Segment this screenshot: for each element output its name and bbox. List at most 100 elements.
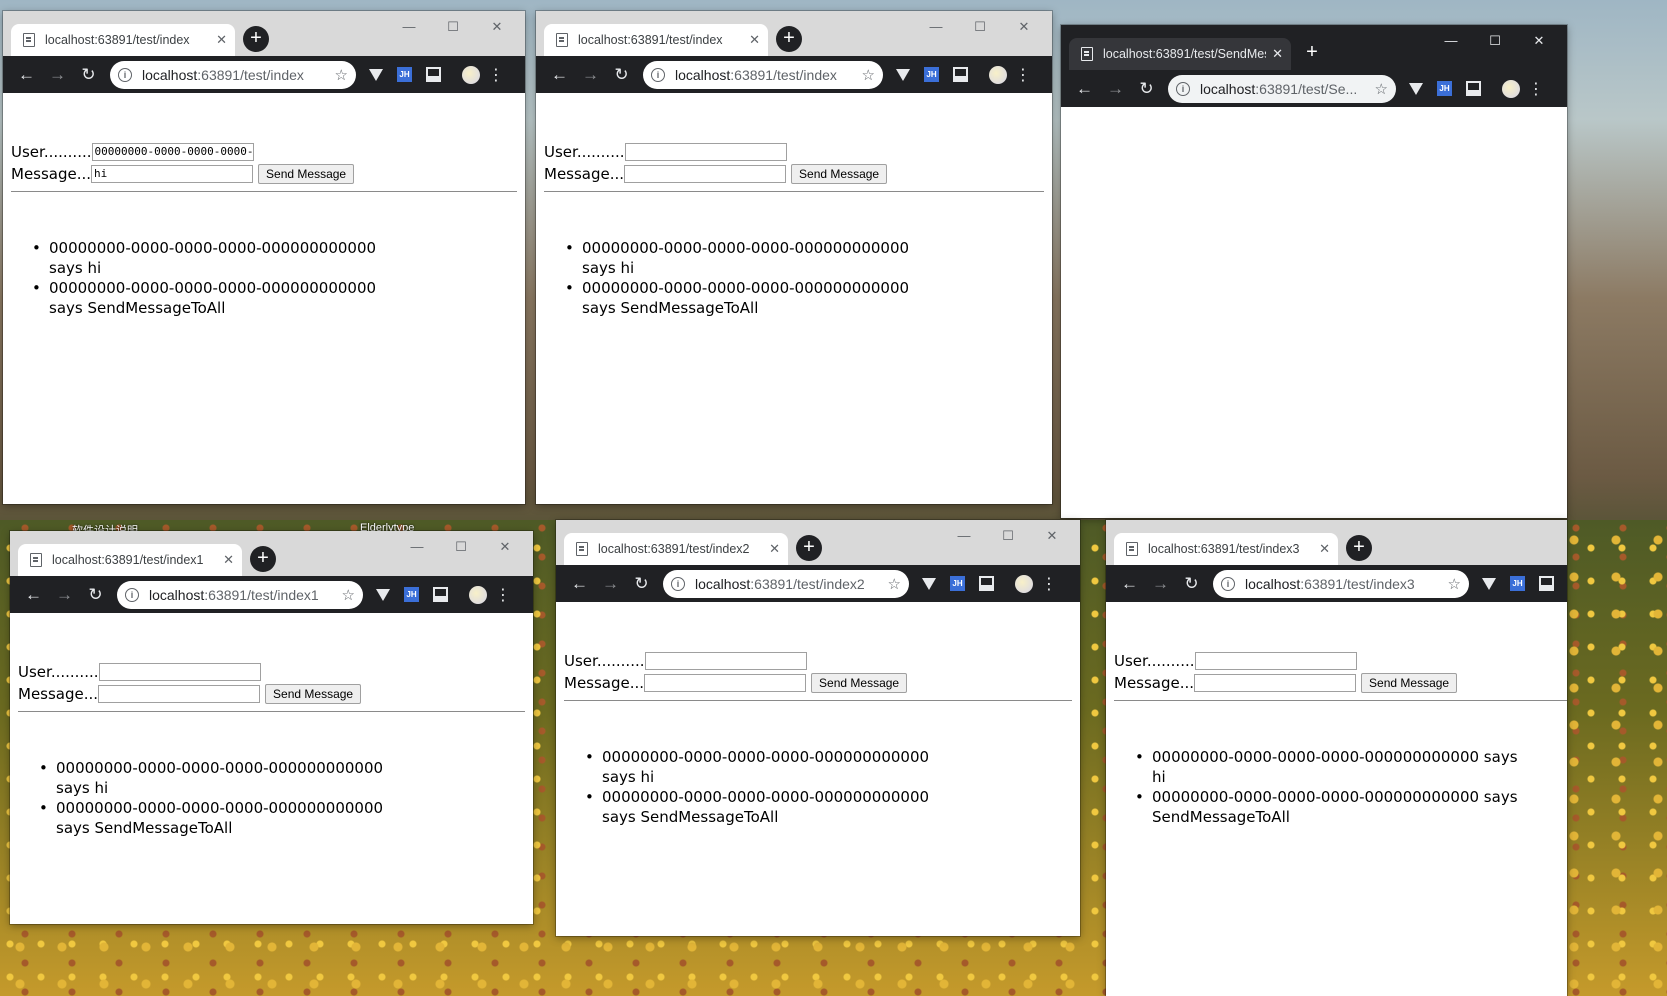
title-bar[interactable]: localhost:63891/test/index2 ✕ + — ☐ ✕	[556, 520, 1080, 565]
title-bar[interactable]: localhost:63891/test/index3 ✕ +	[1106, 520, 1567, 565]
bookmark-extension-icon[interactable]	[979, 576, 994, 591]
bookmark-extension-icon[interactable]	[433, 587, 448, 602]
tab-close-icon[interactable]: ✕	[223, 552, 234, 568]
send-message-button[interactable]: Send Message	[811, 673, 908, 693]
message-input[interactable]	[644, 674, 807, 692]
forward-icon[interactable]: →	[595, 574, 626, 594]
new-tab-button[interactable]: +	[1346, 535, 1372, 561]
info-icon[interactable]: i	[671, 576, 685, 591]
profile-avatar[interactable]	[462, 65, 480, 84]
address-bar[interactable]: i localhost:63891/test/index3 ☆	[1213, 569, 1469, 598]
message-input[interactable]	[98, 685, 261, 703]
bookmark-extension-icon[interactable]	[953, 67, 968, 82]
reload-icon[interactable]: ↻	[606, 65, 637, 85]
tab-close-icon[interactable]: ✕	[749, 32, 760, 48]
vue-devtools-icon[interactable]	[376, 588, 390, 601]
bookmark-star-icon[interactable]: ☆	[1448, 575, 1461, 593]
info-icon[interactable]: i	[1221, 576, 1235, 591]
vue-devtools-icon[interactable]	[896, 68, 910, 81]
close-window-icon[interactable]: ✕	[483, 539, 527, 555]
info-icon[interactable]: i	[1176, 81, 1190, 96]
profile-avatar[interactable]	[469, 585, 487, 604]
minimize-icon[interactable]: —	[1429, 33, 1473, 49]
maximize-icon[interactable]: ☐	[439, 539, 483, 555]
reload-icon[interactable]: ↻	[1131, 79, 1162, 99]
forward-icon[interactable]: →	[1145, 574, 1176, 594]
bookmark-star-icon[interactable]: ☆	[862, 66, 875, 84]
new-tab-button[interactable]: +	[1299, 40, 1325, 66]
reload-icon[interactable]: ↻	[626, 574, 657, 594]
user-input[interactable]: 00000000-0000-0000-0000-0	[91, 143, 254, 161]
vue-devtools-icon[interactable]	[1482, 577, 1496, 590]
address-bar[interactable]: i localhost:63891/test/index ☆	[643, 60, 883, 89]
profile-avatar[interactable]	[1502, 79, 1520, 98]
info-icon[interactable]: i	[651, 67, 665, 82]
bookmark-extension-icon[interactable]	[1539, 576, 1554, 591]
minimize-icon[interactable]: —	[914, 19, 958, 35]
title-bar[interactable]: localhost:63891/test/SendMes ✕ + — ☐ ✕	[1061, 25, 1567, 70]
maximize-icon[interactable]: ☐	[986, 528, 1030, 544]
close-window-icon[interactable]: ✕	[1030, 528, 1074, 544]
tab-close-icon[interactable]: ✕	[1319, 541, 1330, 557]
bookmark-star-icon[interactable]: ☆	[335, 66, 348, 84]
forward-icon[interactable]: →	[42, 65, 73, 85]
browser-tab[interactable]: localhost:63891/test/SendMes ✕	[1069, 38, 1291, 70]
reload-icon[interactable]: ↻	[73, 65, 104, 85]
minimize-icon[interactable]: —	[395, 539, 439, 555]
user-input[interactable]	[98, 663, 261, 681]
profile-avatar[interactable]	[989, 65, 1007, 84]
bookmark-star-icon[interactable]: ☆	[342, 586, 355, 604]
menu-icon[interactable]: ⋮	[488, 65, 504, 85]
back-icon[interactable]: ←	[564, 574, 595, 594]
new-tab-button[interactable]: +	[776, 26, 802, 52]
profile-avatar[interactable]	[1015, 574, 1033, 593]
extension-jh-icon[interactable]: JH	[1437, 81, 1452, 96]
back-icon[interactable]: ←	[18, 585, 49, 605]
close-window-icon[interactable]: ✕	[1002, 19, 1046, 35]
maximize-icon[interactable]: ☐	[1473, 33, 1517, 49]
browser-tab[interactable]: localhost:63891/test/index2 ✕	[564, 533, 788, 565]
menu-icon[interactable]: ⋮	[1015, 65, 1031, 85]
menu-icon[interactable]: ⋮	[1528, 79, 1544, 99]
new-tab-button[interactable]: +	[243, 26, 269, 52]
maximize-icon[interactable]: ☐	[431, 19, 475, 35]
user-input[interactable]	[624, 143, 787, 161]
reload-icon[interactable]: ↻	[80, 585, 111, 605]
browser-tab[interactable]: localhost:63891/test/index ✕	[11, 24, 235, 56]
back-icon[interactable]: ←	[1069, 79, 1100, 99]
forward-icon[interactable]: →	[49, 585, 80, 605]
maximize-icon[interactable]: ☐	[958, 19, 1002, 35]
address-bar[interactable]: i localhost:63891/test/index2 ☆	[663, 569, 909, 598]
tab-close-icon[interactable]: ✕	[769, 541, 780, 557]
bookmark-extension-icon[interactable]	[1466, 81, 1481, 96]
vue-devtools-icon[interactable]	[922, 577, 936, 590]
bookmark-star-icon[interactable]: ☆	[888, 575, 901, 593]
tab-close-icon[interactable]: ✕	[1272, 46, 1283, 62]
extension-jh-icon[interactable]: JH	[404, 587, 419, 602]
vue-devtools-icon[interactable]	[369, 68, 383, 81]
forward-icon[interactable]: →	[575, 65, 606, 85]
message-input[interactable]	[1194, 674, 1357, 692]
back-icon[interactable]: ←	[544, 65, 575, 85]
browser-tab[interactable]: localhost:63891/test/index ✕	[544, 24, 768, 56]
forward-icon[interactable]: →	[1100, 79, 1131, 99]
message-input[interactable]: hi	[91, 165, 254, 183]
back-icon[interactable]: ←	[11, 65, 42, 85]
extension-jh-icon[interactable]: JH	[924, 67, 939, 82]
send-message-button[interactable]: Send Message	[1361, 673, 1458, 693]
extension-jh-icon[interactable]: JH	[1510, 576, 1525, 591]
title-bar[interactable]: localhost:63891/test/index ✕ + — ☐ ✕	[3, 11, 525, 56]
info-icon[interactable]: i	[118, 67, 132, 82]
address-bar[interactable]: i localhost:63891/test/Se... ☆	[1168, 74, 1396, 103]
new-tab-button[interactable]: +	[250, 546, 276, 572]
new-tab-button[interactable]: +	[796, 535, 822, 561]
user-input[interactable]	[1194, 652, 1357, 670]
send-message-button[interactable]: Send Message	[791, 164, 888, 184]
user-input[interactable]	[644, 652, 807, 670]
bookmark-extension-icon[interactable]	[426, 67, 441, 82]
menu-icon[interactable]: ⋮	[495, 585, 511, 605]
title-bar[interactable]: localhost:63891/test/index1 ✕ + — ☐ ✕	[10, 531, 533, 576]
address-bar[interactable]: i localhost:63891/test/index1 ☆	[117, 580, 363, 609]
menu-icon[interactable]: ⋮	[1041, 574, 1057, 594]
browser-tab[interactable]: localhost:63891/test/index3 ✕	[1114, 533, 1338, 565]
